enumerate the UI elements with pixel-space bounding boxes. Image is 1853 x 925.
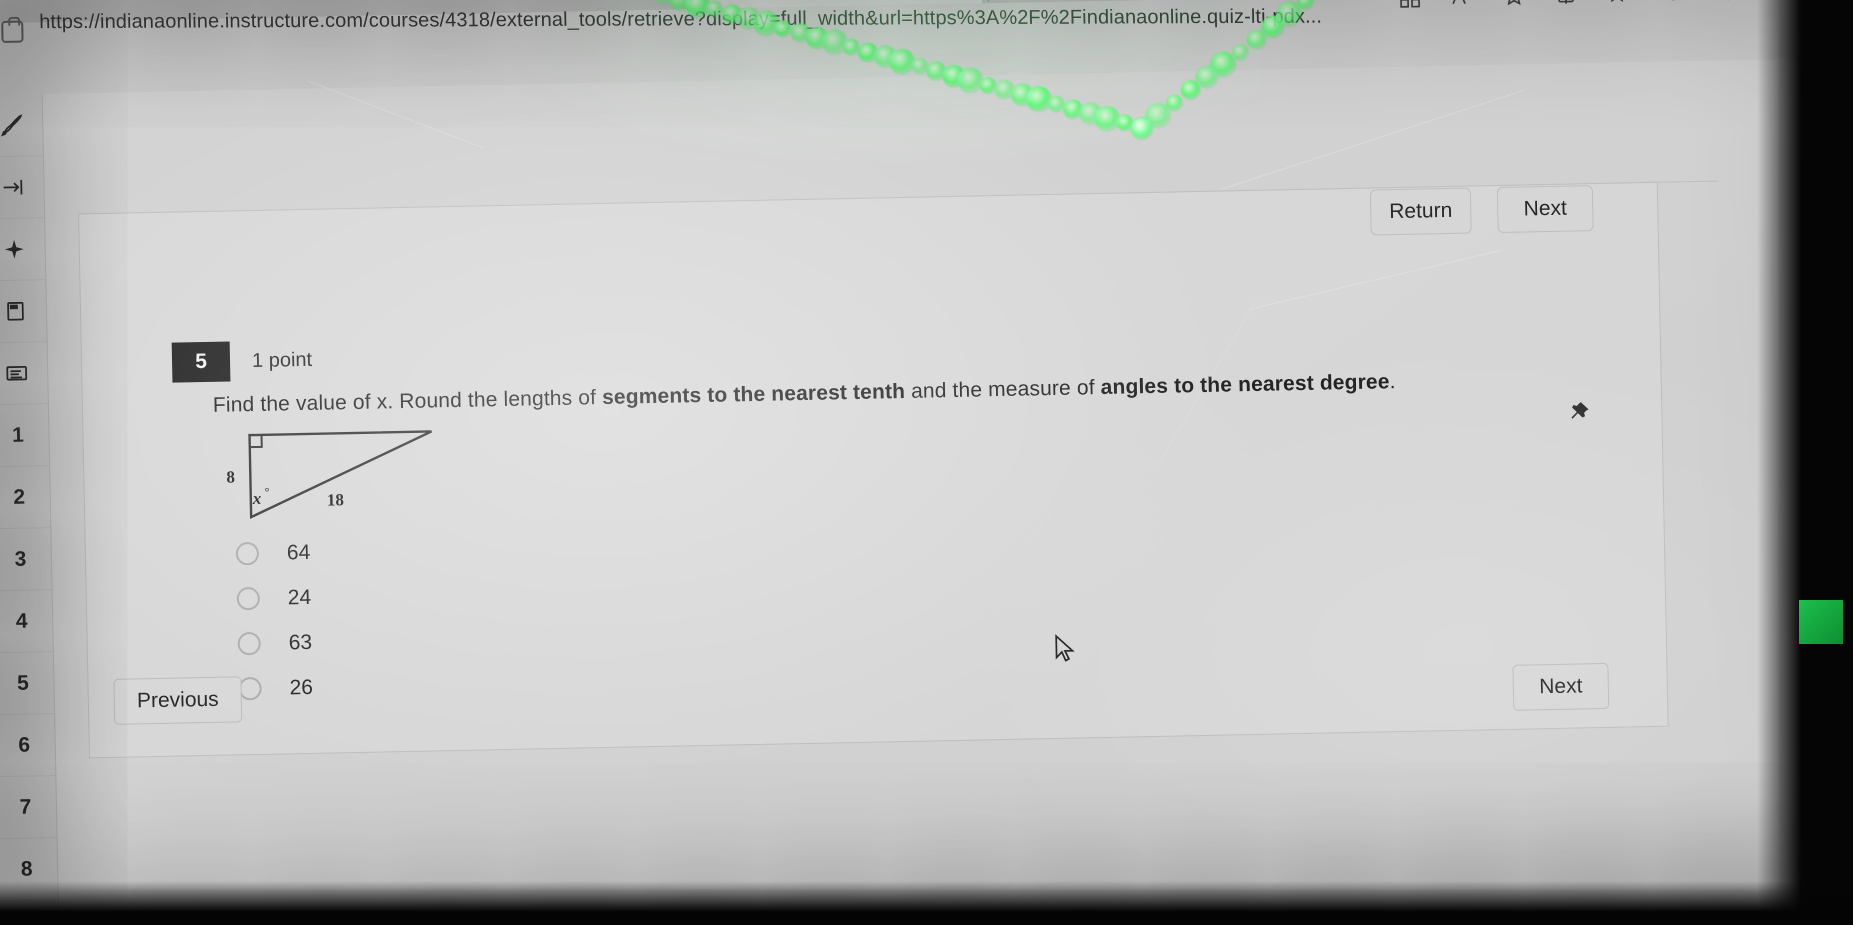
- url-text: https://indianaonline.instructure.com/co…: [38, 5, 1323, 33]
- triangle-hypotenuse-label: 18: [326, 490, 345, 510]
- list-icon[interactable]: [0, 342, 48, 406]
- question-points: 1 point: [251, 348, 313, 372]
- return-button[interactable]: Return: [1369, 187, 1472, 236]
- extensions-icon[interactable]: [1709, 0, 1736, 5]
- note-icon[interactable]: [0, 280, 47, 344]
- answer-option[interactable]: 24: [236, 575, 311, 621]
- sidebar-item-4[interactable]: 4: [0, 590, 53, 654]
- triangle-angle-label: x: [252, 488, 262, 509]
- next-button-bottom[interactable]: Next: [1512, 662, 1610, 711]
- question-header: 5 1 point: [171, 340, 313, 383]
- sidebar-item-6[interactable]: 6: [0, 714, 56, 778]
- question-text-part-1: Find the value of x. Round the lengths o…: [212, 386, 603, 417]
- question-text-part-2: and the measure of: [904, 376, 1101, 403]
- sparkle-icon[interactable]: [0, 218, 46, 282]
- answer-option[interactable]: 63: [237, 620, 312, 666]
- green-taskbar-blob: [1799, 600, 1843, 644]
- quiz-card: 5 1 point Find the value of x. Round the…: [78, 181, 1669, 759]
- pushpin-icon[interactable]: [1565, 399, 1592, 431]
- collections-icon[interactable]: [1605, 0, 1632, 7]
- radio-button[interactable]: [236, 586, 261, 611]
- monitor-screen: Quizzes 2 × First Pacing Guide Check-in …: [0, 0, 1853, 925]
- favorite-star-icon[interactable]: [1501, 0, 1528, 9]
- question-number-badge: 5: [171, 341, 231, 383]
- triangle-angle-degree-symbol: °: [264, 484, 270, 499]
- answer-options: 64 24 63 26: [235, 530, 313, 711]
- sidebar-item-5[interactable]: 5: [0, 652, 55, 716]
- answer-option-label: 64: [286, 540, 311, 564]
- next-button-top[interactable]: Next: [1496, 185, 1594, 234]
- answer-option[interactable]: 26: [238, 665, 313, 711]
- answer-option[interactable]: 64: [235, 530, 310, 576]
- answer-option-label: 24: [287, 585, 312, 609]
- sidebar-item-3[interactable]: 3: [0, 528, 52, 592]
- answer-option-label: 26: [289, 675, 314, 699]
- question-text-bold-1: segments to the nearest tenth: [601, 379, 906, 410]
- sidebar-item-1[interactable]: 1: [0, 404, 50, 468]
- radio-button[interactable]: [237, 631, 261, 656]
- read-aloud-icon[interactable]: [1449, 0, 1476, 10]
- arrow-to-line-icon[interactable]: [0, 156, 45, 220]
- question-text-bold-2: angles to the nearest degree: [1100, 370, 1390, 400]
- lock-icon: [1, 20, 24, 44]
- answer-option-label: 63: [288, 630, 313, 654]
- sidebar-item-7[interactable]: 7: [0, 776, 57, 840]
- question-text-part-3: .: [1389, 370, 1396, 394]
- browser-essentials-icon[interactable]: [1657, 0, 1684, 6]
- mouse-cursor: [1052, 634, 1079, 670]
- page-content: 1 2 3 4 5 6 7 8 9 Return Next 5 1 poin: [0, 59, 1788, 925]
- room-dark-bottom: [0, 881, 1853, 925]
- radio-button[interactable]: [235, 541, 260, 566]
- question-text: Find the value of x. Round the lengths o…: [213, 370, 1396, 418]
- left-nav-rail: 1 2 3 4 5 6 7 8 9: [0, 94, 60, 925]
- rocket-icon[interactable]: [0, 94, 43, 158]
- triangle-leg-label: 8: [226, 467, 236, 487]
- split-screen-icon[interactable]: [1553, 0, 1580, 8]
- address-bar[interactable]: https://indianaonline.instructure.com/co…: [39, 0, 1397, 44]
- right-triangle-diagram: 8 18 x °: [226, 425, 467, 525]
- photo-of-screen: Quizzes 2 × First Pacing Guide Check-in …: [0, 0, 1853, 925]
- radio-button[interactable]: [238, 676, 262, 701]
- sidebar-item-2[interactable]: 2: [0, 466, 51, 530]
- split-screen-apps-icon[interactable]: [1397, 0, 1424, 11]
- quiz-top-actions: Return Next: [1369, 185, 1594, 236]
- previous-button[interactable]: Previous: [113, 676, 243, 725]
- room-dark-right: [1757, 0, 1853, 925]
